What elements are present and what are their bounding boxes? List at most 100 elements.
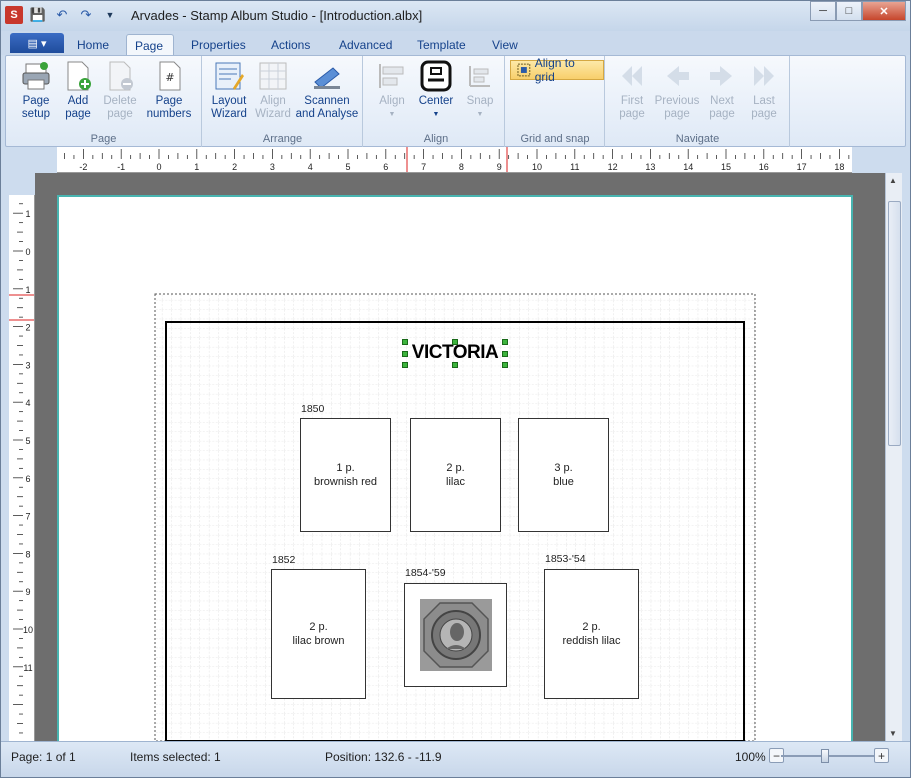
first-page-icon	[622, 66, 642, 86]
snap-icon	[469, 66, 490, 87]
minimize-button[interactable]: ─	[810, 1, 836, 21]
next-page-button[interactable]: Next page	[702, 60, 742, 121]
selection-handle-tl[interactable]	[402, 339, 408, 345]
first-page-button[interactable]: First page	[610, 60, 654, 121]
stamp-image-box[interactable]	[404, 583, 507, 687]
grid-align-icon	[517, 63, 531, 77]
ruler-label: 8	[459, 162, 464, 172]
ruler-label: 18	[834, 162, 844, 172]
window-title: Arvades - Stamp Album Studio - [Introduc…	[131, 8, 423, 23]
redo-icon[interactable]: ↷	[77, 6, 95, 24]
stamp-box[interactable]: 1 p. brownish red	[300, 418, 391, 532]
align-button[interactable]: Align ▼	[374, 60, 410, 121]
vertical-scrollbar[interactable]: ▲ ▼	[885, 173, 902, 741]
year-label[interactable]: 1850	[301, 403, 324, 415]
stamp-box[interactable]: 3 p. blue	[518, 418, 609, 532]
ruler-label: 7	[421, 162, 426, 172]
add-page-button[interactable]: Add page	[60, 60, 96, 121]
stamp-box[interactable]: 2 p. reddish lilac	[544, 569, 639, 699]
selection-handle-mr[interactable]	[502, 351, 508, 357]
tab-view[interactable]: View	[484, 34, 526, 55]
selection-handle-br[interactable]	[502, 362, 508, 368]
ruler-label: 16	[759, 162, 769, 172]
ruler-label: -1	[117, 162, 125, 172]
last-page-icon	[754, 66, 774, 86]
ruler-label: 6	[383, 162, 388, 172]
customize-qat-icon[interactable]: ▼	[101, 6, 119, 24]
app-window: S 💾 ↶ ↷ ▼ Arvades - Stamp Album Studio -…	[0, 0, 911, 778]
center-icon	[420, 60, 452, 92]
zoom-in-button[interactable]: +	[874, 748, 889, 763]
ruler-label: 3	[270, 162, 275, 172]
canvas-area: -2-10123456789101112131415161718 2101234…	[9, 147, 902, 741]
align-icon	[379, 64, 404, 88]
album-page[interactable]: VICTORIA 1850 1 p. brownish red 2 p. lil…	[57, 195, 853, 741]
victoria-stamp-image	[419, 599, 492, 671]
previous-page-icon	[667, 66, 689, 86]
selection-handle-tc[interactable]	[452, 339, 458, 345]
tab-actions[interactable]: Actions	[263, 34, 318, 55]
undo-icon[interactable]: ↶	[53, 6, 71, 24]
tab-template[interactable]: Template	[409, 34, 474, 55]
ruler-label: 4	[25, 398, 30, 408]
ruler-label: 7	[25, 512, 30, 522]
ribbon-tabs: ▤ ▾ Home Page Properties Actions Advance…	[1, 31, 910, 55]
tab-properties[interactable]: Properties	[183, 34, 254, 55]
align-group: Align ▼ Center ▼ Snap ▼ Align	[368, 56, 505, 148]
zoom-slider-knob[interactable]	[821, 749, 829, 763]
grid-snap-group: Align to grid Grid and snap	[506, 56, 605, 148]
title-bar: S 💾 ↶ ↷ ▼ Arvades - Stamp Album Studio -…	[1, 1, 910, 31]
quick-access-toolbar: S 💾 ↶ ↷ ▼	[5, 6, 119, 24]
scroll-up-icon[interactable]: ▲	[889, 176, 897, 185]
year-label[interactable]: 1853-'54	[545, 553, 586, 565]
delete-page-button[interactable]: Delete page	[100, 60, 140, 121]
selection-handle-bc[interactable]	[452, 362, 458, 368]
ruler-label: 0	[25, 247, 30, 257]
close-button[interactable]: ✕	[862, 1, 906, 21]
ribbon: Page setup Add page Delete page # Page n…	[5, 55, 906, 148]
selection-handle-ml[interactable]	[402, 351, 408, 357]
horizontal-ruler: -2 -1 0 1 2 3 4 5 6 7 8 9 10 11 12 13 14 15 16 17 18	[57, 147, 852, 173]
app-icon[interactable]: S	[5, 6, 23, 24]
scan-analyse-button[interactable]: Scannen and Analyse	[295, 60, 359, 121]
ruler-label: 4	[308, 162, 313, 172]
tab-advanced[interactable]: Advanced	[331, 34, 400, 55]
align-dropdown-icon: ▼	[388, 111, 396, 118]
file-menu-button[interactable]: ▤ ▾	[10, 33, 64, 53]
snap-button[interactable]: Snap ▼	[462, 60, 498, 121]
center-button[interactable]: Center ▼	[416, 60, 456, 121]
stamp-box[interactable]: 2 p. lilac brown	[271, 569, 366, 699]
page-numbers-button[interactable]: # Page numbers	[142, 60, 196, 121]
next-page-icon	[710, 66, 732, 86]
ruler-label: 5	[25, 436, 30, 446]
last-page-button[interactable]: Last page	[744, 60, 784, 121]
maximize-button[interactable]: □	[836, 1, 862, 21]
scroll-down-icon[interactable]: ▼	[889, 729, 897, 738]
ruler-label: 2	[232, 162, 237, 172]
ruler-label: 15	[721, 162, 731, 172]
year-label[interactable]: 1852	[272, 554, 295, 566]
items-selected: Items selected: 1	[130, 750, 221, 764]
ruler-label: 8	[25, 549, 30, 559]
align-to-grid-button[interactable]: Align to grid	[510, 56, 604, 84]
album-heading[interactable]: VICTORIA	[405, 342, 505, 364]
selection-handle-tr[interactable]	[502, 339, 508, 345]
selection-handle-bl[interactable]	[402, 362, 408, 368]
layout-wizard-button[interactable]: Layout Wizard	[209, 60, 249, 121]
center-dropdown-icon: ▼	[432, 111, 440, 118]
scrollbar-thumb[interactable]	[888, 201, 901, 446]
tab-home[interactable]: Home	[69, 34, 117, 55]
ruler-label: 11	[570, 162, 579, 172]
zoom-slider[interactable]	[781, 749, 877, 763]
align-wizard-button[interactable]: Align Wizard	[253, 60, 293, 121]
save-icon[interactable]: 💾	[29, 6, 47, 24]
page-setup-button[interactable]: Page setup	[14, 60, 58, 121]
tab-page[interactable]: Page	[126, 34, 174, 55]
ruler-label: 9	[497, 162, 502, 172]
year-label[interactable]: 1854-'59	[405, 567, 446, 579]
stamp-box[interactable]: 2 p. lilac	[410, 418, 501, 532]
layout-wizard-icon	[215, 62, 244, 90]
ruler-label: 13	[645, 162, 655, 172]
ruler-label: 5	[345, 162, 350, 172]
previous-page-button[interactable]: Previous page	[654, 60, 700, 121]
